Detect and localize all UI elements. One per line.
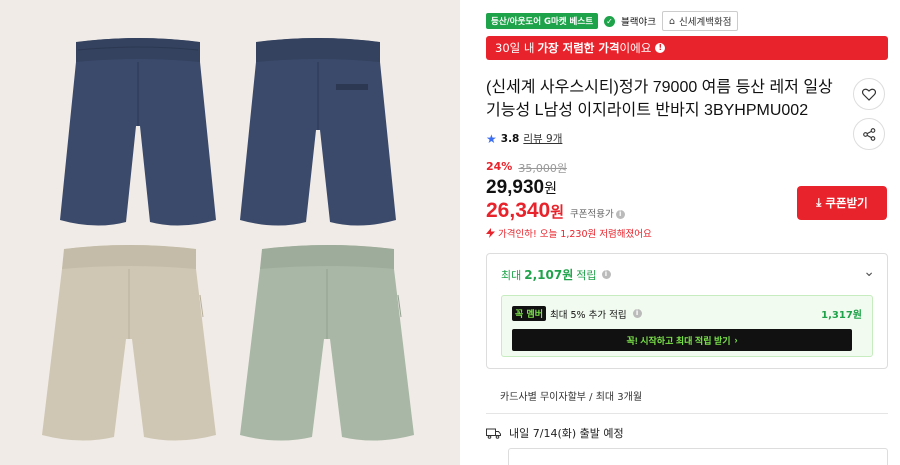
sale-price: 29,930원 bbox=[486, 177, 652, 199]
points-prefix: 최대 bbox=[501, 268, 522, 282]
banner-highlight: 가장 저렴한 가격 bbox=[537, 41, 620, 55]
banner-prefix: 30일 내 bbox=[495, 41, 535, 55]
coupon-price-value: 26,340 bbox=[486, 199, 551, 222]
sale-price-unit: 원 bbox=[544, 180, 558, 196]
member-benefit-amount: 1,317원 bbox=[821, 310, 862, 321]
home-icon: ⌂ bbox=[669, 15, 676, 27]
price-drop-text: 가격인하! 오늘 1,230원 저렴해졌어요 bbox=[498, 229, 652, 240]
rating-row: ★ 3.8 리뷰 9개 bbox=[486, 131, 562, 146]
coupon-label: 쿠폰적용가 i bbox=[570, 206, 625, 220]
banner-suffix: 이에요 bbox=[619, 41, 652, 55]
shorts-navy-back bbox=[238, 30, 398, 235]
lowest-price-banner: 30일 내 가장 저렴한 가격 이에요 ! bbox=[486, 36, 888, 60]
discount-line: 24% 35,000원 bbox=[486, 160, 652, 176]
shipping-text: 내일 7/14(화) 출발 예정 bbox=[509, 427, 624, 440]
badge-row: 등산/아웃도어 G마켓 베스트 ✓ 블랙야크 ⌂ 신세계백화점 bbox=[486, 11, 739, 31]
member-button-label: 꼭! 시작하고 최대 적립 받기 bbox=[626, 335, 731, 346]
info-icon[interactable]: ! bbox=[655, 43, 666, 53]
share-icon bbox=[862, 127, 875, 141]
member-benefit-row: 꼭 멤버 최대 5% 추가 적립 i 1,317원 bbox=[512, 306, 862, 321]
wishlist-button[interactable] bbox=[853, 78, 885, 110]
price-drop-notice: 가격인하! 오늘 1,230원 저렴해졌어요 bbox=[486, 226, 652, 240]
divider bbox=[486, 413, 888, 414]
price-block: 24% 35,000원 29,930원 26,340원 쿠폰적용가 i 가격인하!… bbox=[486, 160, 652, 240]
points-suffix: 적립 bbox=[576, 268, 597, 282]
lightning-icon bbox=[486, 228, 495, 238]
discount-percent: 24% bbox=[486, 160, 513, 173]
review-link[interactable]: 리뷰 9개 bbox=[523, 131, 562, 146]
chevron-right-icon: › bbox=[734, 335, 738, 345]
shorts-sage-front bbox=[238, 235, 416, 447]
coupon-price: 26,340원 bbox=[486, 199, 564, 223]
coupon-price-line: 26,340원 쿠폰적용가 i bbox=[486, 199, 652, 223]
member-start-button[interactable]: 꼭! 시작하고 최대 적립 받기 › bbox=[512, 329, 852, 351]
shipping-option-box[interactable] bbox=[508, 448, 888, 465]
star-icon: ★ bbox=[486, 131, 497, 146]
coupon-label-text: 쿠폰적용가 bbox=[570, 209, 614, 220]
info-icon[interactable]: i bbox=[615, 210, 625, 219]
member-benefit-box: 꼭 멤버 최대 5% 추가 적립 i 1,317원 꼭! 시작하고 최대 적립 … bbox=[501, 295, 873, 357]
check-icon: ✓ bbox=[604, 15, 616, 27]
download-icon: ⤓ bbox=[816, 196, 822, 209]
coupon-download-button[interactable]: ⤓ 쿠폰받기 bbox=[797, 186, 887, 220]
installment-info: 카드사별 무이자할부 / 최대 3개월 bbox=[500, 392, 643, 403]
store-name: 신세계백화점 bbox=[679, 17, 732, 28]
product-image[interactable] bbox=[0, 0, 460, 465]
share-button[interactable] bbox=[853, 118, 885, 150]
sale-price-value: 29,930 bbox=[486, 177, 545, 198]
product-info-panel: 등산/아웃도어 G마켓 베스트 ✓ 블랙야크 ⌂ 신세계백화점 30일 내 가장… bbox=[470, 0, 900, 465]
truck-icon bbox=[486, 428, 501, 439]
best-badge[interactable]: 등산/아웃도어 G마켓 베스트 bbox=[486, 13, 599, 29]
member-tag: 꼭 멤버 bbox=[512, 306, 546, 321]
points-amount: 2,107원 bbox=[524, 268, 574, 282]
store-link[interactable]: ⌂ 신세계백화점 bbox=[662, 11, 739, 31]
points-header[interactable]: 최대 2,107원 적립 i bbox=[501, 266, 611, 283]
chevron-down-icon[interactable]: ⌄ bbox=[863, 264, 875, 280]
points-panel: 최대 2,107원 적립 i ⌄ 꼭 멤버 최대 5% 추가 적립 i 1,31… bbox=[486, 253, 888, 369]
member-tag-2: 멤버 bbox=[526, 310, 543, 320]
member-benefit-text: 최대 5% 추가 적립 bbox=[549, 309, 627, 321]
member-benefit-left: 꼭 멤버 최대 5% 추가 적립 i bbox=[512, 306, 642, 321]
shorts-navy-front bbox=[58, 30, 218, 235]
info-icon[interactable]: i bbox=[601, 270, 611, 279]
original-price: 35,000원 bbox=[518, 162, 567, 175]
info-icon[interactable]: i bbox=[632, 309, 642, 318]
member-tag-1: 꼭 bbox=[515, 310, 524, 320]
product-title: (신세계 사우스시티)정가 79000 여름 등산 레저 일상 기능성 L남성 … bbox=[486, 79, 833, 119]
coupon-price-unit: 원 bbox=[550, 204, 565, 221]
brand-link[interactable]: 블랙야크 bbox=[621, 14, 656, 28]
heart-icon bbox=[862, 88, 876, 101]
shorts-beige-front bbox=[40, 235, 218, 447]
rating-score: 3.8 bbox=[500, 132, 520, 145]
coupon-button-label: 쿠폰받기 bbox=[825, 198, 868, 210]
shipping-info: 내일 7/14(화) 출발 예정 bbox=[486, 425, 624, 441]
